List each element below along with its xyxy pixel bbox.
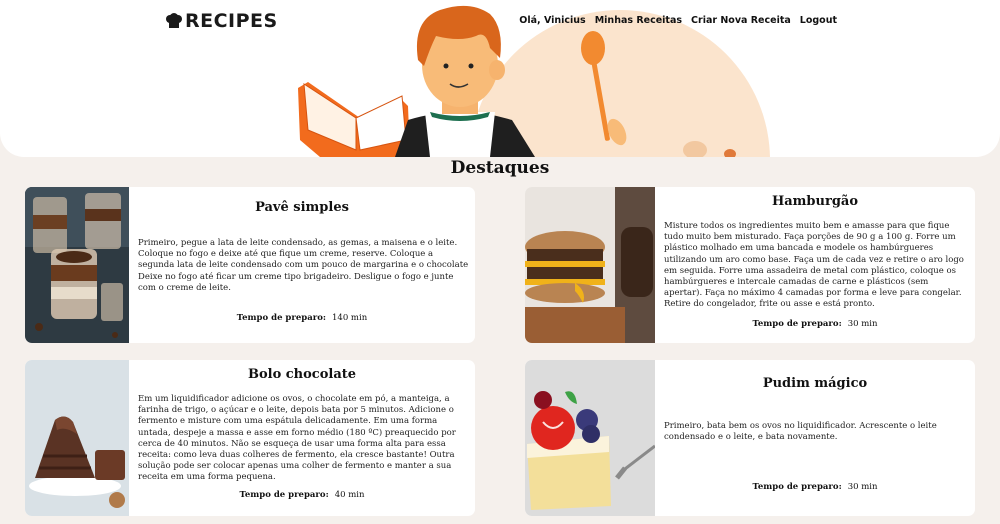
recipe-title: Pavê simples — [255, 200, 349, 215]
prep-time-label: Tempo de preparo: — [752, 482, 842, 492]
recipe-card-hamburgao[interactable]: Hamburgão Misture todos os ingredientes … — [525, 187, 975, 343]
recipe-title: Pudim mágico — [762, 376, 868, 391]
recipe-description: Primeiro, bata bem os ovos no liquidific… — [664, 421, 937, 443]
prep-time-value: 40 min — [334, 490, 365, 500]
recipe-title: Bolo chocolate — [247, 367, 357, 382]
hero-header: RECIPES Olá, Vinicius Minhas Receitas Cr… — [0, 0, 1000, 157]
recipe-card-pave[interactable]: Pavê simples Primeiro, pegue a lata de l… — [25, 187, 475, 343]
prep-time-label: Tempo de preparo: — [239, 490, 329, 500]
logo-text: RECIPES — [185, 10, 278, 32]
recipe-body: Hamburgão Misture todos os ingredientes … — [655, 187, 975, 343]
recipe-description: Misture todos os ingredientes muito bem … — [664, 221, 964, 310]
prep-time-label: Tempo de preparo: — [752, 319, 842, 329]
recipe-prep-time: Tempo de preparo: 30 min — [655, 319, 975, 329]
prep-time-value: 30 min — [847, 482, 878, 492]
recipe-body: Bolo chocolate Em um liquidificador adic… — [129, 360, 475, 516]
recipe-body: Pudim mágico Primeiro, bata bem os ovos … — [655, 360, 975, 516]
recipe-prep-time: Tempo de preparo: 40 min — [129, 490, 475, 500]
nav-my-recipes[interactable]: Minhas Receitas — [595, 15, 682, 26]
top-nav: Olá, Vinicius Minhas Receitas Criar Nova… — [519, 15, 837, 26]
recipe-card-pudim[interactable]: Pudim mágico Primeiro, bata bem os ovos … — [525, 360, 975, 516]
logo[interactable]: RECIPES — [165, 10, 278, 32]
recipe-description: Em um liquidificador adicione os ovos, o… — [138, 394, 456, 483]
nav-logout[interactable]: Logout — [800, 15, 837, 26]
recipe-image-pudim — [525, 360, 655, 516]
nav-greeting[interactable]: Olá, Vinicius — [519, 15, 585, 26]
recipe-image-hamburgao — [525, 187, 655, 343]
recipe-image-pave — [25, 187, 129, 343]
recipe-image-bolo — [25, 360, 129, 516]
recipe-title: Hamburgão — [771, 194, 859, 209]
prep-time-value: 30 min — [847, 319, 878, 329]
section-title: Destaques — [450, 158, 550, 178]
recipe-body: Pavê simples Primeiro, pegue a lata de l… — [129, 187, 475, 343]
prep-time-label: Tempo de preparo: — [236, 313, 326, 323]
recipe-prep-time: Tempo de preparo: 140 min — [129, 313, 475, 323]
recipe-card-bolo[interactable]: Bolo chocolate Em um liquidificador adic… — [25, 360, 475, 516]
recipe-description: Primeiro, pegue a lata de leite condensa… — [138, 238, 469, 293]
chef-hat-icon — [166, 13, 182, 28]
nav-create-recipe[interactable]: Criar Nova Receita — [691, 15, 791, 26]
prep-time-value: 140 min — [332, 313, 368, 323]
recipe-prep-time: Tempo de preparo: 30 min — [655, 482, 975, 492]
